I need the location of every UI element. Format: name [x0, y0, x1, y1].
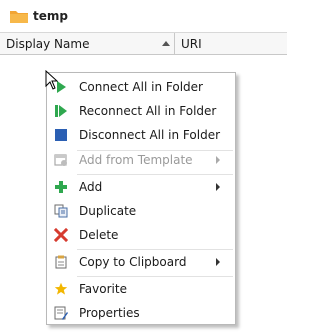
- disconnect-stop-icon: [49, 123, 73, 147]
- sort-ascending-icon: [162, 41, 170, 46]
- folder-icon: [10, 9, 28, 23]
- window-title: temp: [33, 9, 68, 23]
- menu-item-label: Connect All in Folder: [79, 80, 203, 94]
- menu-item-add[interactable]: Add: [47, 175, 235, 199]
- menu-item-label: Copy to Clipboard: [79, 255, 187, 269]
- menu-item-label: Reconnect All in Folder: [79, 104, 217, 118]
- menu-item-reconnect-all[interactable]: Reconnect All in Folder: [47, 99, 235, 123]
- menu-item-duplicate[interactable]: Duplicate: [47, 199, 235, 223]
- submenu-arrow-icon: [216, 183, 220, 191]
- properties-icon: [49, 301, 73, 325]
- menu-item-disconnect-all[interactable]: Disconnect All in Folder: [47, 123, 235, 147]
- submenu-arrow-icon: [216, 258, 220, 266]
- menu-item-label: Duplicate: [79, 204, 137, 218]
- menu-item-label: Delete: [79, 228, 119, 242]
- menu-item-add-from-template[interactable]: Add from Template: [47, 148, 235, 172]
- context-menu: Connect All in Folder Reconnect All in F…: [46, 72, 236, 325]
- submenu-arrow-icon: [216, 156, 220, 164]
- duplicate-icon: [49, 199, 73, 223]
- plus-icon: [49, 175, 73, 199]
- grid-body-right: [235, 55, 287, 333]
- clipboard-icon: [49, 250, 73, 274]
- star-icon: [49, 277, 73, 301]
- column-header-uri[interactable]: URI: [175, 33, 202, 54]
- delete-x-icon: [49, 223, 73, 247]
- menu-item-connect-all[interactable]: Connect All in Folder: [47, 75, 235, 99]
- column-header-label: URI: [181, 36, 202, 51]
- reconnect-icon: [49, 99, 73, 123]
- column-header-display-name[interactable]: Display Name: [0, 33, 175, 54]
- menu-item-label: Disconnect All in Folder: [79, 128, 221, 142]
- title-bar: temp: [0, 0, 287, 33]
- menu-item-label: Favorite: [79, 282, 127, 296]
- menu-item-properties[interactable]: Properties: [47, 301, 235, 325]
- template-icon: [49, 148, 73, 172]
- menu-item-label: Add: [79, 180, 103, 194]
- grid-header: Display Name URI: [0, 33, 287, 55]
- menu-item-copy-to-clipboard[interactable]: Copy to Clipboard: [47, 250, 235, 274]
- mouse-pointer-icon: [45, 69, 59, 93]
- menu-item-favorite[interactable]: Favorite: [47, 277, 235, 301]
- menu-item-label: Add from Template: [79, 153, 193, 167]
- menu-item-delete[interactable]: Delete: [47, 223, 235, 247]
- menu-item-label: Properties: [79, 306, 140, 320]
- column-header-label: Display Name: [6, 36, 90, 51]
